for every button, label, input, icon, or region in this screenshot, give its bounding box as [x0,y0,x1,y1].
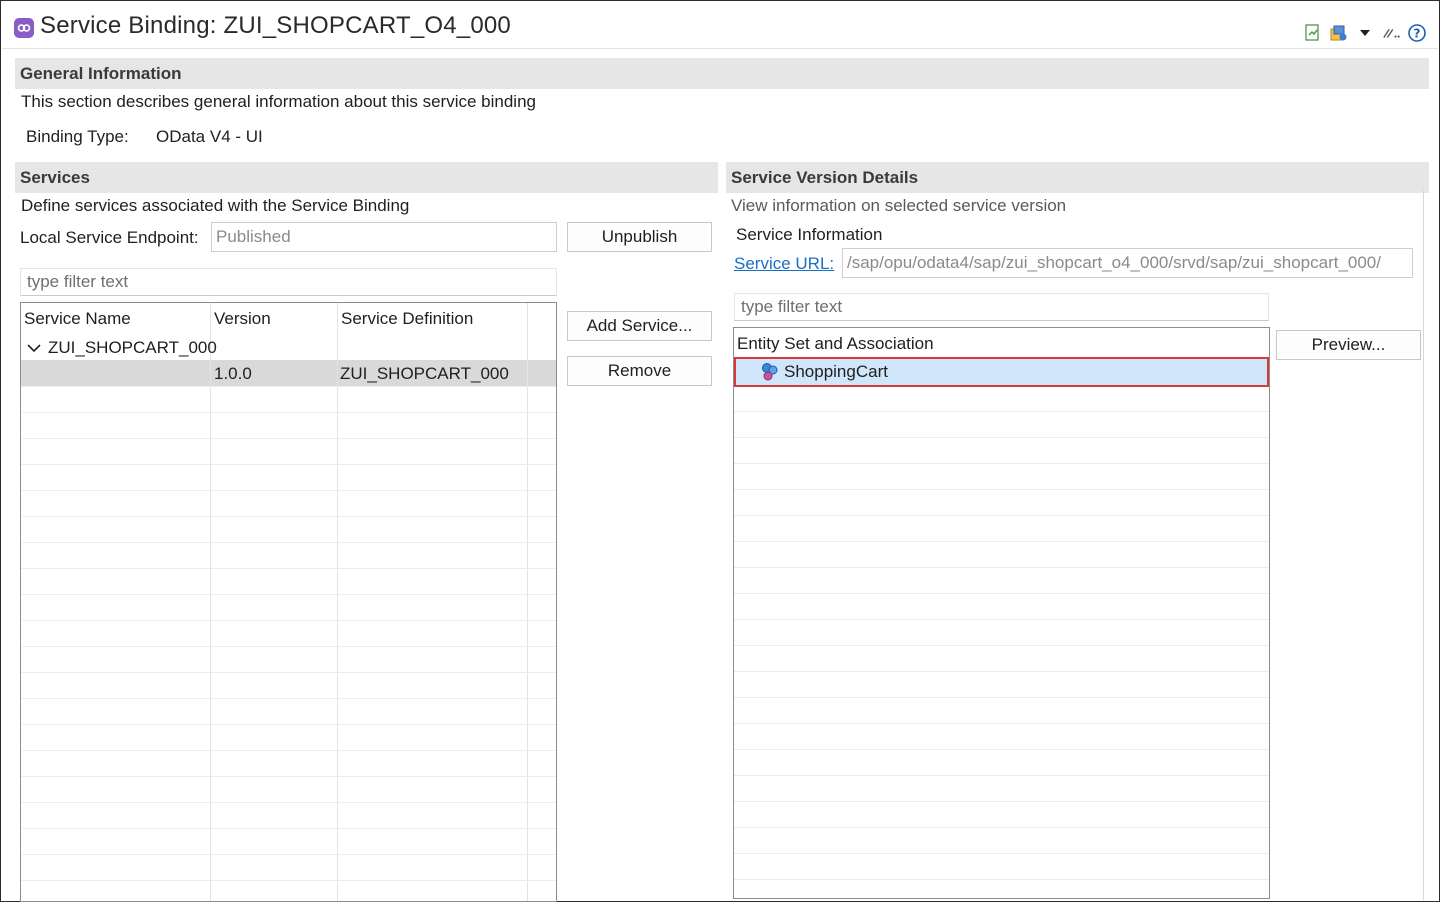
entity-table: Entity Set and Association [733,327,1270,899]
settings-icon[interactable] [1330,24,1348,42]
services-description: Define services associated with the Serv… [21,196,410,215]
details-right-edge [1423,190,1424,900]
entity-set-icon [762,363,778,381]
service-binding-icon [14,18,34,38]
service-name-text: ZUI_SHOPCART_000 [48,338,217,357]
service-version-details-header: Service Version Details [726,162,1429,193]
link-icon[interactable] [1382,24,1400,42]
dropdown-arrow-icon[interactable] [1356,24,1374,42]
version-cell: 1.0.0 [214,364,252,383]
services-table: Service Name Version Service Definition … [20,302,557,902]
service-information-title: Service Information [736,225,883,244]
local-service-endpoint-label: Local Service Endpoint: [20,228,199,247]
general-description: This section describes general informati… [21,92,536,111]
service-definition-cell: ZUI_SHOPCART_000 [340,364,509,383]
column-header-entity-set[interactable]: Entity Set and Association [737,334,934,354]
entity-row-shoppingcart[interactable]: ShoppingCart [734,357,1269,387]
binding-type-value: OData V4 - UI [156,127,263,146]
preview-button[interactable]: Preview... [1276,330,1421,360]
local-service-endpoint-field[interactable]: Published [211,222,557,252]
service-url-link[interactable]: Service URL: [734,254,834,274]
tree-item-service[interactable]: ZUI_SHOPCART_000 [27,338,217,358]
chevron-down-icon[interactable] [27,343,41,353]
editor-title-row: Service Binding: ZUI_SHOPCART_O4_000 [14,10,511,42]
column-header-service-name[interactable]: Service Name [24,309,131,329]
column-header-service-definition[interactable]: Service Definition [341,309,473,329]
service-url-field[interactable]: /sap/opu/odata4/sap/zui_shopcart_o4_000/… [842,248,1413,278]
remove-button[interactable]: Remove [567,356,712,386]
page-title: Service Binding: ZUI_SHOPCART_O4_000 [40,12,511,39]
general-information-header: General Information [15,58,1429,89]
entity-filter-input[interactable]: type filter text [734,293,1269,321]
editor-toolbar: ? [1304,24,1426,42]
binding-type-label: Binding Type: [26,127,129,146]
help-icon[interactable]: ? [1408,24,1426,42]
export-icon[interactable] [1304,24,1322,42]
unpublish-button[interactable]: Unpublish [567,222,712,252]
add-service-button[interactable]: Add Service... [567,311,712,341]
services-header: Services [15,162,718,193]
svg-text:?: ? [1414,27,1421,41]
column-header-version[interactable]: Version [214,309,271,329]
services-filter-input[interactable]: type filter text [20,268,557,296]
details-description: View information on selected service ver… [731,196,1067,215]
title-divider [2,48,1438,49]
entity-name: ShoppingCart [784,362,888,381]
